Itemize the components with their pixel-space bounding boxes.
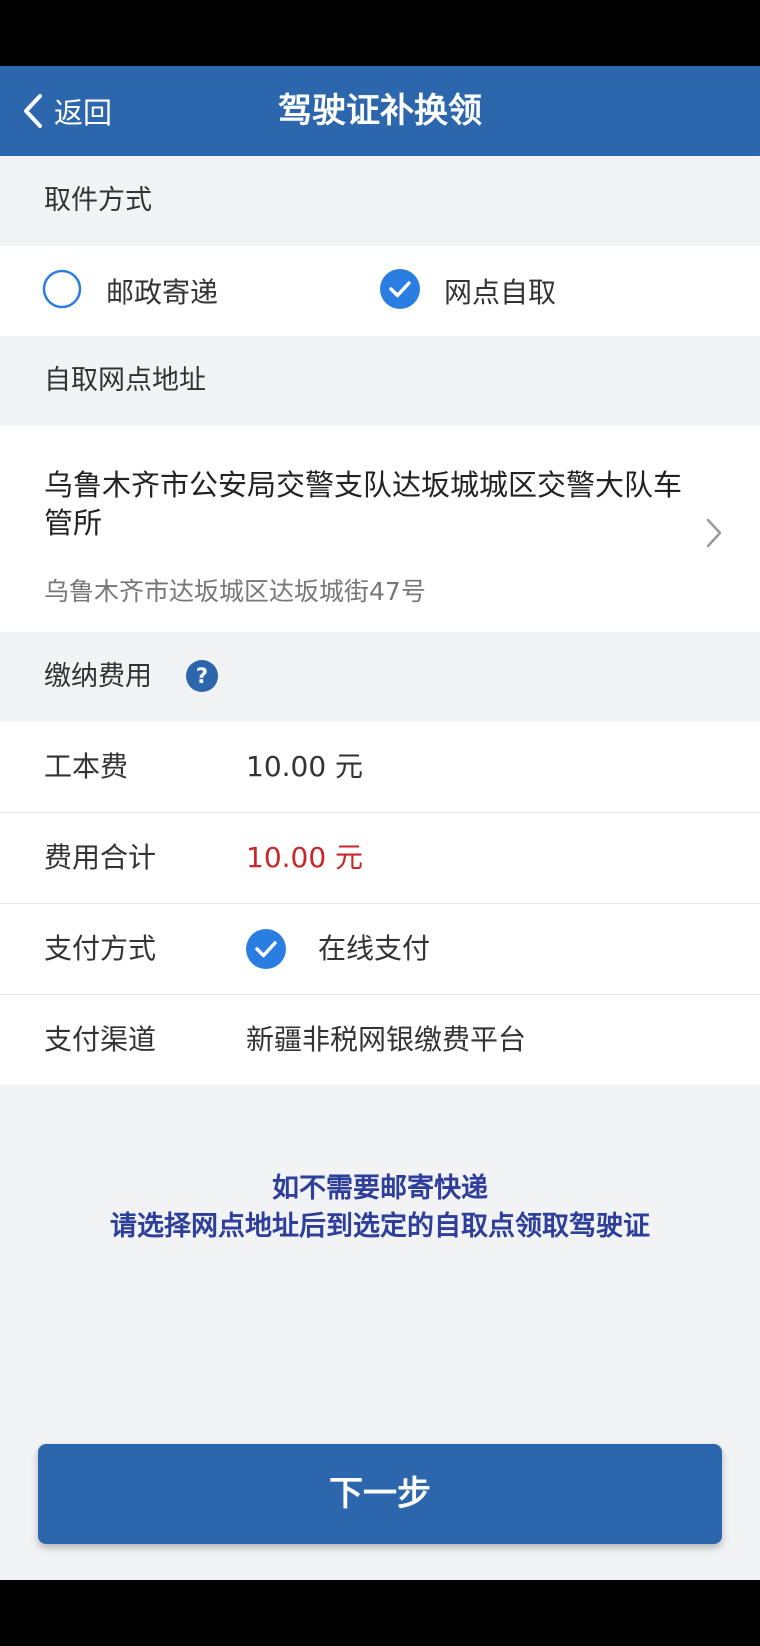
- screen: 返回 驾驶证补换领 取件方式 邮政寄递 网点自取 自取网点地址 乌鲁木齐市公安局…: [0, 66, 760, 1580]
- fee-row-cost-value: 10.00 元: [246, 750, 364, 783]
- notice-line-1: 如不需要邮寄快递: [272, 1173, 488, 1204]
- pickup-options: 邮政寄递 网点自取: [0, 246, 760, 336]
- app-bar: 返回 驾驶证补换领: [0, 66, 760, 156]
- help-icon[interactable]: ?: [186, 660, 218, 696]
- fees-section-header: 缴纳费用 ?: [0, 632, 760, 722]
- fee-row-cost-key: 工本费: [44, 750, 129, 783]
- address-section-header: 自取网点地址: [0, 336, 760, 426]
- fee-row-pay-method-key: 支付方式: [44, 932, 157, 965]
- fee-row-total: 费用合计 10.00 元: [0, 813, 760, 904]
- fee-row-pay-channel-value: 新疆非税网银缴费平台: [246, 1023, 527, 1056]
- pickup-section-title: 取件方式: [44, 185, 152, 216]
- fee-row-cost: 工本费 10.00 元: [0, 722, 760, 813]
- address-card[interactable]: 乌鲁木齐市公安局交警支队达坂城城区交警大队车管所 乌鲁木齐市达坂城区达坂城街47…: [0, 426, 760, 632]
- fee-row-pay-method-value: 在线支付: [318, 932, 431, 965]
- address-section-title: 自取网点地址: [44, 365, 206, 396]
- check-circle-icon[interactable]: [246, 929, 286, 973]
- radio-postal-label: 邮政寄递: [106, 276, 219, 309]
- fees-section-title: 缴纳费用: [44, 661, 152, 692]
- svg-text:?: ?: [196, 664, 208, 688]
- address-name: 乌鲁木齐市公安局交警支队达坂城城区交警大队车管所: [44, 468, 683, 540]
- chevron-right-icon: [706, 518, 722, 552]
- radio-self-pickup-label: 网点自取: [444, 276, 557, 309]
- radio-unchecked-icon: [42, 269, 82, 313]
- check-circle-icon: [380, 269, 420, 313]
- fee-row-total-key: 费用合计: [44, 841, 157, 874]
- radio-self-pickup[interactable]: 网点自取: [380, 246, 556, 336]
- next-button-label: 下一步: [329, 1474, 431, 1514]
- radio-postal[interactable]: 邮政寄递: [42, 246, 218, 336]
- next-button[interactable]: 下一步: [38, 1444, 722, 1544]
- address-detail: 乌鲁木齐市达坂城区达坂城街47号: [44, 577, 426, 606]
- fee-row-pay-channel-key: 支付渠道: [44, 1023, 157, 1056]
- fee-row-pay-channel: 支付渠道 新疆非税网银缴费平台: [0, 995, 760, 1085]
- pickup-section-header: 取件方式: [0, 156, 760, 246]
- page-title: 驾驶证补换领: [278, 91, 482, 131]
- notice-line-2: 请选择网点地址后到选定的自取点领取驾驶证: [110, 1211, 650, 1242]
- fee-row-total-value: 10.00 元: [246, 841, 364, 874]
- fee-row-pay-method: 支付方式 在线支付: [0, 904, 760, 995]
